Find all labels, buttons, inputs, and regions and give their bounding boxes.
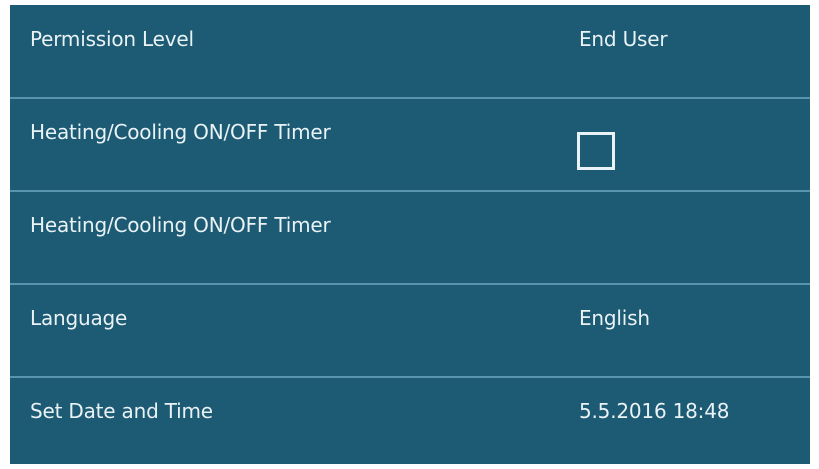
setting-row-heating-cooling-timer-toggle[interactable]: Heating/Cooling ON/OFF Timer [10,98,810,190]
setting-row-date-time[interactable]: Set Date and Time 5.5.2016 18:48 [10,377,810,469]
setting-label-heating-cooling-timer-2: Heating/Cooling ON/OFF Timer [30,213,331,237]
setting-value-language[interactable]: English [579,306,650,330]
setting-row-language[interactable]: Language English [10,284,810,376]
setting-label-date-time: Set Date and Time [30,399,213,423]
heating-cooling-timer-checkbox[interactable] [577,132,615,170]
settings-panel: Permission Level End User Heating/Coolin… [10,5,810,464]
setting-value-permission-level[interactable]: End User [579,27,668,51]
setting-row-heating-cooling-timer[interactable]: Heating/Cooling ON/OFF Timer [10,191,810,283]
setting-value-date-time[interactable]: 5.5.2016 18:48 [579,399,729,423]
setting-label-permission-level: Permission Level [30,27,194,51]
setting-label-language: Language [30,306,128,330]
setting-label-heating-cooling-timer: Heating/Cooling ON/OFF Timer [30,120,331,144]
setting-row-permission-level[interactable]: Permission Level End User [10,5,810,97]
